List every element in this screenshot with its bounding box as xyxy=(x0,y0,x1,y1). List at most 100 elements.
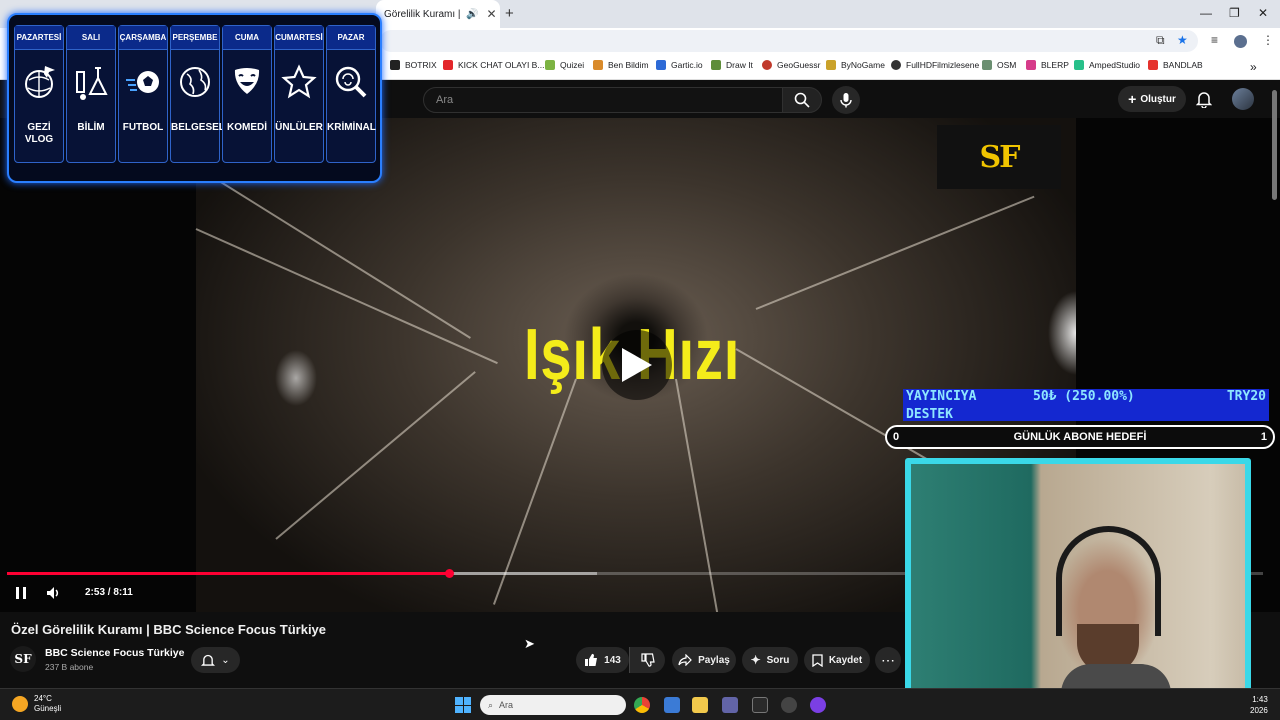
save-button[interactable]: Kaydet xyxy=(804,647,870,673)
schedule-day-name: CUMA xyxy=(223,26,271,50)
notifications-button[interactable] xyxy=(1195,90,1213,113)
bookmark-item[interactable]: KICK CHAT OLAYI B... xyxy=(443,60,544,70)
create-button[interactable]: + Oluştur xyxy=(1118,86,1186,112)
search-button[interactable] xyxy=(782,87,822,113)
video-title: Özel Görelilik Kuramı | BBC Science Focu… xyxy=(11,622,327,637)
clock-time: 1:43 xyxy=(1252,695,1268,704)
weather-desc: Güneşli xyxy=(34,704,62,713)
bookmark-item[interactable]: FullHDFilmizlesene xyxy=(891,60,979,70)
taskbar-search-label: Ara xyxy=(499,700,514,710)
thumbs-up-icon xyxy=(585,653,598,666)
page-scrollbar[interactable] xyxy=(1272,90,1277,200)
schedule-topic: ÜNLÜLER xyxy=(275,122,323,133)
channel-name[interactable]: BBC Science Focus Türkiye xyxy=(45,647,184,659)
donation-amount: 50₺ (250.00%) xyxy=(1033,389,1135,404)
bookmark-item[interactable]: BOTRIX xyxy=(390,60,437,70)
install-app-icon[interactable]: ⧉ xyxy=(1156,33,1165,48)
profile-icon[interactable] xyxy=(1234,35,1247,48)
taskbar-search[interactable]: ⌕ Ara xyxy=(480,695,626,715)
science-icon xyxy=(67,50,115,114)
weather-temp: 24°C xyxy=(34,694,52,703)
plane-globe-icon xyxy=(15,50,63,114)
pause-icon xyxy=(16,587,26,599)
schedule-day-sunday: PAZAR KRİMİNAL xyxy=(326,25,376,163)
weather-widget[interactable]: 24°C Güneşli xyxy=(12,694,61,714)
new-tab-icon[interactable]: + xyxy=(505,5,514,22)
like-button[interactable]: 143 xyxy=(576,647,629,673)
windows-logo-icon xyxy=(455,697,463,705)
donation-ticker: YAYINCIYA 50₺ (250.00%) TRY20 DESTEK xyxy=(903,389,1269,422)
progress-played xyxy=(7,572,450,575)
dislike-button[interactable] xyxy=(629,647,665,673)
browser-menu-icon[interactable]: ⋮ xyxy=(1262,33,1274,47)
bookmark-item[interactable]: Ben Bildim xyxy=(593,60,649,70)
bynogame-icon xyxy=(826,60,836,70)
bookmark-item[interactable]: BANDLAB xyxy=(1148,60,1203,70)
user-avatar[interactable] xyxy=(1232,88,1254,110)
create-label: Oluştur xyxy=(1140,93,1176,105)
star-icon xyxy=(275,50,323,114)
bookmark-item[interactable]: GeoGuessr xyxy=(762,60,820,70)
tab-title: Görelilik Kuramı | BBC xyxy=(384,8,462,20)
window-close-icon[interactable]: ✕ xyxy=(1258,6,1268,20)
search-input[interactable]: Ara xyxy=(423,87,783,113)
bookmarks-overflow-icon[interactable]: » xyxy=(1250,60,1257,74)
bookmark-item[interactable]: AmpedStudio xyxy=(1074,60,1140,70)
volume-button[interactable] xyxy=(46,586,62,605)
browser-tab-active[interactable]: Görelilik Kuramı | BBC 🔊 ✕ xyxy=(376,0,500,28)
subscription-notifications-button[interactable]: ⌄ xyxy=(191,647,240,673)
share-button[interactable]: Paylaş xyxy=(672,647,736,673)
obs-icon[interactable] xyxy=(781,697,797,713)
bookmark-item[interactable]: BLERP xyxy=(1026,60,1069,70)
bookmark-item[interactable]: Gartic.io xyxy=(656,60,703,70)
more-actions-button[interactable]: ⋯ xyxy=(875,647,901,673)
bookmark-item[interactable]: Draw It xyxy=(711,60,753,70)
windows-logo-icon xyxy=(463,705,471,713)
save-label: Kaydet xyxy=(828,654,863,666)
channel-watermark-logo: SF xyxy=(937,125,1061,189)
chrome-icon[interactable] xyxy=(634,697,650,713)
schedule-day-tuesday: SALI BİLİM xyxy=(66,25,116,163)
fingerprint-icon xyxy=(327,50,375,114)
restore-icon[interactable]: ❐ xyxy=(1229,6,1240,20)
voice-search-button[interactable] xyxy=(832,86,860,114)
mail-icon[interactable] xyxy=(664,697,680,713)
bookmark-item[interactable]: Quizei xyxy=(545,60,584,70)
media-control-icon[interactable]: ≡ xyxy=(1211,33,1218,47)
bookmark-star-icon[interactable]: ★ xyxy=(1177,33,1188,47)
audio-playing-icon[interactable]: 🔊 xyxy=(466,9,478,20)
globe-icon xyxy=(171,50,219,114)
film-icon xyxy=(891,60,901,70)
goal-target: 1 xyxy=(1260,431,1267,443)
share-label: Paylaş xyxy=(698,654,730,666)
subscriber-count: 237 B abone xyxy=(45,662,94,672)
more-icon: ⋯ xyxy=(881,651,895,668)
twitch-icon[interactable] xyxy=(810,697,826,713)
file-explorer-icon[interactable] xyxy=(692,697,708,713)
windows-logo-icon xyxy=(455,705,463,713)
channel-avatar[interactable]: SF xyxy=(10,646,36,672)
play-button[interactable] xyxy=(602,330,672,400)
schedule-day-name: PAZARTESİ xyxy=(15,26,63,50)
time-display: 2:53 / 8:11 xyxy=(85,587,133,598)
bookmark-item[interactable]: ByNoGame xyxy=(826,60,885,70)
schedule-day-monday: PAZARTESİ GEZİ VLOG xyxy=(14,25,64,163)
minimize-icon[interactable]: — xyxy=(1200,6,1212,20)
tunnel-streak xyxy=(492,378,577,605)
botrix-icon xyxy=(390,60,400,70)
epic-games-icon[interactable] xyxy=(752,697,768,713)
address-bar[interactable] xyxy=(380,30,1198,52)
ask-label: Soru xyxy=(766,654,790,666)
start-button[interactable] xyxy=(455,697,471,713)
ask-button[interactable]: ✦ Soru xyxy=(742,647,798,673)
teams-icon[interactable] xyxy=(722,697,738,713)
pause-button[interactable] xyxy=(14,586,28,605)
system-clock[interactable]: 1:43 2026 xyxy=(1250,694,1268,716)
geoguessr-icon xyxy=(762,60,772,70)
bookmark-icon xyxy=(812,653,823,667)
bookmark-item[interactable]: OSM xyxy=(982,60,1016,70)
schedule-day-name: CUMARTESİ xyxy=(275,26,323,50)
osm-icon xyxy=(982,60,992,70)
tab-close-icon[interactable]: ✕ xyxy=(486,7,496,21)
football-icon xyxy=(119,50,167,114)
